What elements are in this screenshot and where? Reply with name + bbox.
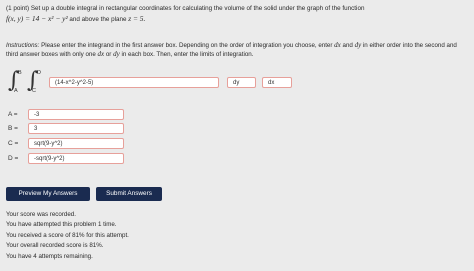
- limit-row-d: D = -sqrt(9-y^2): [8, 152, 128, 166]
- limit-d-input[interactable]: -sqrt(9-y^2): [28, 153, 124, 164]
- result-line: You have attempted this problem 1 time.: [6, 221, 117, 229]
- results-panel: Your score was recorded. You have attemp…: [6, 210, 129, 262]
- problem-points: (1 point): [6, 5, 30, 12]
- preview-answers-button[interactable]: Preview My Answers: [6, 187, 90, 201]
- instructions-dy: dy: [354, 41, 362, 49]
- limit-b-label: B =: [8, 125, 18, 132]
- instructions-or: or: [105, 51, 112, 59]
- instructions-part1: Please enter the integrand in the first …: [41, 42, 333, 49]
- instructions-and: and: [342, 42, 353, 49]
- limit-a-label: A =: [8, 111, 18, 118]
- limit-c-input[interactable]: sqrt(9-y^2): [28, 138, 124, 149]
- problem-plane: z = 5.: [128, 13, 146, 23]
- result-line: Your score was recorded.: [6, 211, 76, 218]
- submit-answers-button[interactable]: Submit Answers: [96, 187, 162, 201]
- differential-2-input[interactable]: dx: [262, 77, 292, 88]
- result-line: Your overall recorded score is 81%.: [6, 242, 104, 250]
- result-line: You received a score of 81% for this att…: [6, 231, 129, 239]
- limit-a-input[interactable]: -3: [28, 109, 124, 120]
- result-line: You have 4 attempts remaining.: [6, 252, 93, 260]
- inner-lower-limit: C: [32, 88, 36, 94]
- instructions: Instructions: Please enter the integrand…: [6, 41, 468, 60]
- outer-lower-limit: A: [14, 88, 18, 94]
- limit-row-c: C = sqrt(9-y^2): [8, 137, 128, 151]
- instructions-label: Instructions:: [6, 42, 40, 49]
- instructions-dx: dx: [334, 41, 341, 49]
- instructions-dy2: dy: [113, 50, 120, 59]
- problem-statement: (1 point) Set up a double integral in re…: [6, 4, 468, 24]
- instructions-dx2: dx: [97, 50, 105, 59]
- limit-d-label: D =: [8, 155, 19, 162]
- limit-c-label: C =: [8, 140, 19, 147]
- differential-1-input[interactable]: dy: [227, 77, 256, 88]
- inner-upper-limit: D: [37, 70, 41, 76]
- outer-upper-limit: B: [18, 70, 22, 76]
- problem-function: f(x, y) = 14 − x² − y²: [6, 13, 68, 23]
- limit-b-input[interactable]: 3: [28, 123, 124, 134]
- limit-row-b: B = 3: [8, 122, 128, 136]
- instructions-part3: in each box. Then, enter the limits of i…: [121, 51, 254, 59]
- integrand-input[interactable]: (14-x^2-y^2-5): [49, 77, 219, 88]
- problem-text: Set up a double integral in rectangular …: [30, 5, 365, 12]
- problem-middle: and above the plane: [69, 15, 127, 23]
- limit-row-a: A = -3: [8, 108, 128, 122]
